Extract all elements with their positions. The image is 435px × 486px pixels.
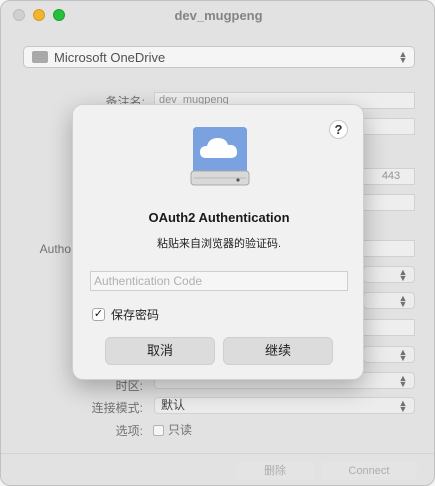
- auth-code-input[interactable]: [90, 271, 348, 291]
- oauth-dialog: ? OAuth2 Authentication 粘贴来自浏览器的验证码. ✓ 保…: [72, 104, 364, 380]
- cloud-drive-icon: [190, 127, 250, 186]
- dialog-title: OAuth2 Authentication: [148, 210, 290, 225]
- help-button[interactable]: ?: [329, 120, 348, 139]
- save-password-checkbox[interactable]: ✓: [92, 308, 105, 321]
- save-password-label: 保存密码: [111, 308, 160, 322]
- cancel-button[interactable]: 取消: [105, 337, 215, 365]
- save-password-option[interactable]: ✓ 保存密码: [92, 306, 159, 323]
- dialog-subtitle: 粘贴来自浏览器的验证码.: [156, 238, 282, 250]
- continue-button[interactable]: 继续: [223, 337, 333, 365]
